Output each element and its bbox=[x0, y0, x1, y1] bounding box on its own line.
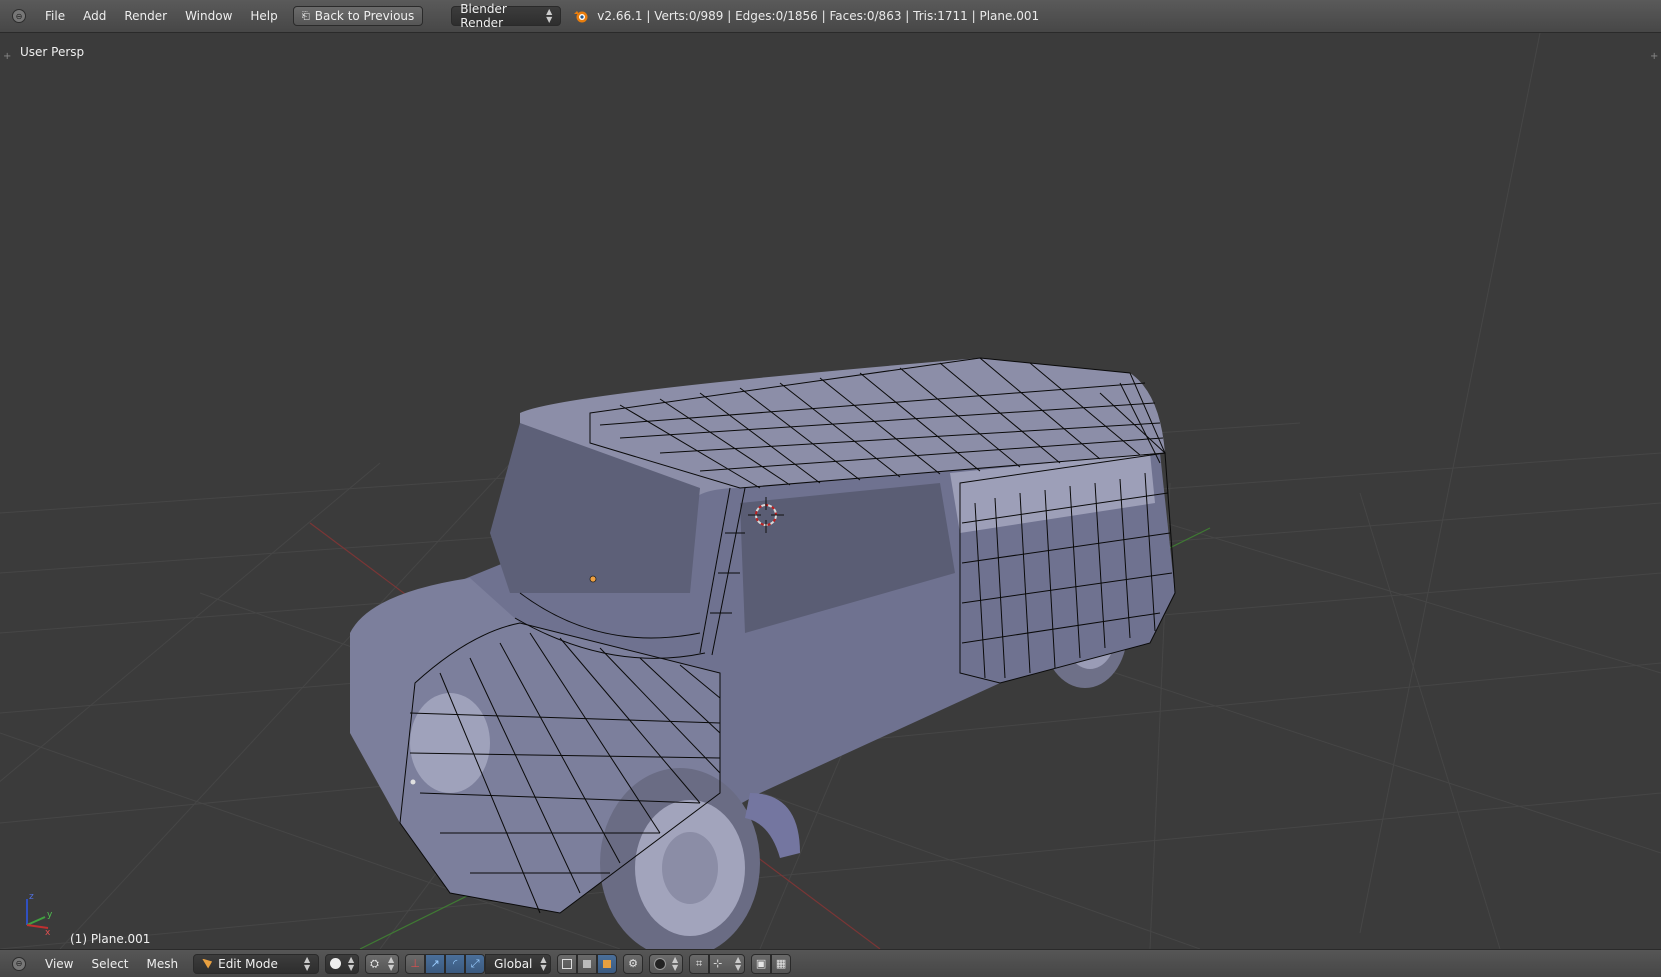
menu-window[interactable]: Window bbox=[176, 9, 241, 23]
axis-gizmo: z y x bbox=[26, 892, 53, 938]
split-area-icon-right[interactable]: + bbox=[1650, 52, 1658, 62]
select-mode-toggles bbox=[557, 953, 618, 974]
gizmo-x-label: x bbox=[45, 928, 51, 938]
snap-element-select[interactable]: ⊹ ▲ ▼ bbox=[709, 953, 746, 974]
updown-arrow-icon: ▲ ▼ bbox=[303, 954, 311, 972]
back-icon: ⎗ bbox=[301, 10, 310, 22]
face-select-icon[interactable] bbox=[597, 953, 618, 974]
view-mode-label: User Persp bbox=[20, 45, 85, 59]
render-engine-select[interactable]: Blender Render ▲ ▼ bbox=[451, 2, 562, 30]
gizmo-z-label: z bbox=[29, 892, 34, 902]
gizmo-y-label: y bbox=[47, 910, 53, 920]
split-area-icon-left[interactable]: + bbox=[3, 52, 11, 62]
menu-select[interactable]: Select bbox=[82, 957, 137, 971]
edit-mode-icon bbox=[202, 958, 213, 969]
back-to-previous-button[interactable]: ⎗ Back to Previous bbox=[292, 6, 424, 26]
object-origin bbox=[589, 575, 597, 583]
stats-text: v2.66.1 | Verts:0/989 | Edges:0/1856 | F… bbox=[597, 9, 1040, 23]
pivot-icon: ⛭ bbox=[370, 956, 379, 970]
viewport-header: ⊖ View Select Mesh Edit Mode ▲ ▼ ▲ ▼ ⛭ ▲ ▼ … bbox=[0, 949, 1661, 977]
scene-stats: v2.66.1 | Verts:0/989 | Edges:0/1856 | F… bbox=[573, 8, 1039, 24]
render-animation-icon[interactable]: ▦ bbox=[771, 953, 792, 974]
occlude-toggle: ⚙ bbox=[623, 953, 644, 974]
render-still-icon[interactable]: ▣ bbox=[751, 953, 772, 974]
blender-logo-icon bbox=[574, 11, 588, 23]
snap-element-icon: ⊹ bbox=[713, 957, 723, 970]
updown-arrow-icon: ▲ ▼ bbox=[347, 954, 355, 972]
snap-icon[interactable]: ⌗ bbox=[689, 953, 710, 974]
updown-arrow-icon: ▲ ▼ bbox=[734, 954, 742, 972]
render-engine-label: Blender Render bbox=[460, 2, 507, 30]
scale-manipulator-icon[interactable]: ⤢ bbox=[465, 953, 486, 974]
proportional-edit-icon bbox=[654, 957, 667, 970]
active-object-label: (1) Plane.001 bbox=[70, 932, 151, 946]
updown-arrow-icon: ▲ ▼ bbox=[540, 954, 547, 972]
menu-view[interactable]: View bbox=[36, 957, 82, 971]
collapse-icon[interactable]: ⊖ bbox=[12, 956, 26, 971]
mode-label: Edit Mode bbox=[218, 956, 278, 971]
render-buttons: ▣ ▦ bbox=[751, 953, 792, 974]
rotate-manipulator-icon[interactable]: ◜ bbox=[445, 953, 466, 974]
manipulator-toggles: ⊥ ↗ ◜ ⤢ bbox=[405, 953, 486, 974]
menu-render[interactable]: Render bbox=[115, 9, 176, 23]
shading-select[interactable]: ▲ ▼ bbox=[325, 953, 360, 974]
pivot-select[interactable]: ⛭ ▲ ▼ bbox=[365, 953, 400, 974]
info-header: ⊖ File Add Render Window Help ⎗ Back to … bbox=[0, 0, 1661, 33]
back-to-previous-label: Back to Previous bbox=[314, 9, 415, 23]
viewport-canvas[interactable]: z y x bbox=[0, 33, 1661, 949]
orientation-label: Global bbox=[494, 956, 533, 971]
snap-toggles: ⌗ ⊹ ▲ ▼ bbox=[689, 953, 746, 974]
occlude-icon[interactable]: ⚙ bbox=[623, 953, 644, 974]
menu-help[interactable]: Help bbox=[241, 9, 286, 23]
mode-select[interactable]: Edit Mode ▲ ▼ bbox=[193, 953, 320, 974]
updown-arrow-icon: ▲ ▼ bbox=[671, 954, 679, 972]
orientation-select[interactable]: Global ▲ ▼ bbox=[485, 953, 552, 974]
translate-manipulator-icon[interactable]: ↗ bbox=[425, 953, 446, 974]
3d-viewport[interactable]: z y x User Persp (1) Plane.001 + + bbox=[0, 33, 1661, 949]
lamp-dot bbox=[410, 779, 416, 785]
solid-shading-icon bbox=[330, 958, 342, 969]
vertex-select-icon[interactable] bbox=[557, 953, 578, 974]
collapse-icon[interactable]: ⊖ bbox=[12, 9, 26, 23]
menu-file[interactable]: File bbox=[36, 9, 74, 23]
updown-arrow-icon: ▲ ▼ bbox=[546, 7, 553, 24]
updown-arrow-icon: ▲ ▼ bbox=[387, 954, 395, 972]
edge-select-icon[interactable] bbox=[577, 953, 598, 974]
manipulator-icon[interactable]: ⊥ bbox=[405, 953, 426, 974]
menu-mesh[interactable]: Mesh bbox=[138, 957, 188, 971]
menu-add[interactable]: Add bbox=[74, 9, 115, 23]
proportional-edit-select[interactable]: ▲ ▼ bbox=[649, 953, 684, 974]
